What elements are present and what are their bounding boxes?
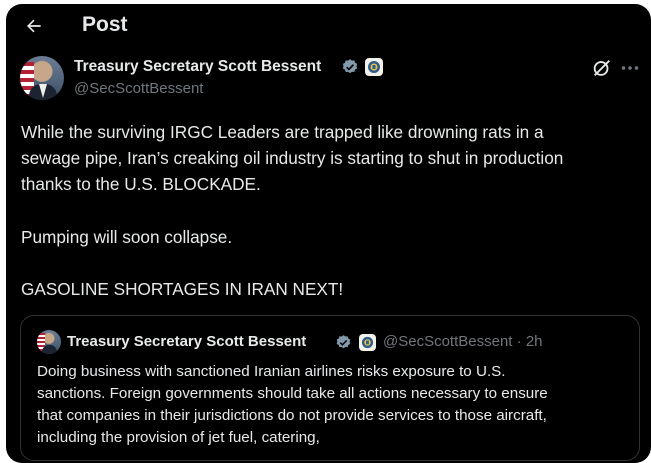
quote-text-line: including the provision of jet fuel, cat… [37,429,320,446]
quote-meta: @SecScottBessent · 2h [383,333,543,350]
page-title: Post [82,13,128,36]
quote-text-line: that companies in their jurisdictions do… [37,407,547,424]
author-handle[interactable]: @SecScottBessent [74,80,203,97]
treasury-seal-icon [365,58,383,76]
quoted-post[interactable]: Treasury Secretary Scott Bessent @SecSco… [20,315,640,461]
quote-author-handle: @SecScottBessent [383,333,513,350]
post-text-line: While the surviving IRGC Leaders are tra… [21,122,544,142]
more-options-icon[interactable] [619,57,641,79]
post-text-line: sewage pipe, Iran’s creaking oil industr… [21,148,564,168]
quote-avatar [37,330,61,354]
post-page: Post Treasury Secretary Scott Bessent @S… [6,4,651,463]
post-text-line: thanks to the U.S. BLOCKADE. [21,174,261,194]
grok-icon[interactable] [591,57,613,79]
verified-badge-icon [336,335,351,349]
post-text-line: Pumping will soon collapse. [21,227,233,247]
quote-author-name: Treasury Secretary Scott Bessent [67,333,307,350]
treasury-seal-icon [359,334,376,351]
author-name[interactable]: Treasury Secretary Scott Bessent [74,58,321,76]
separator: · [516,333,522,350]
quote-timestamp: 2h [525,333,543,350]
back-button[interactable] [20,12,48,40]
verified-badge-icon [342,59,358,74]
quote-text-line: Doing business with sanctioned Iranian a… [37,363,506,380]
arrow-left-icon [27,19,41,33]
avatar[interactable] [20,56,64,100]
post-text-line: GASOLINE SHORTAGES IN IRAN NEXT! [21,279,344,299]
page-header: Post [6,4,651,48]
quote-text-line: sanctions. Foreign governments should ta… [37,385,548,402]
